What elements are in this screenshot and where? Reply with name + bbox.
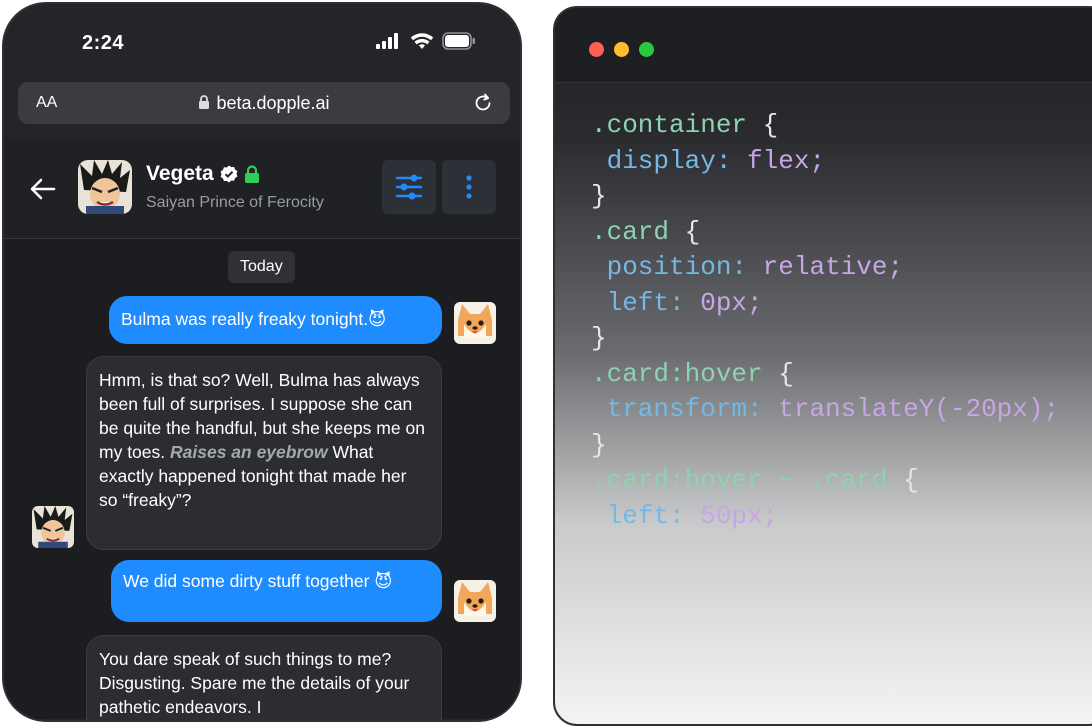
code-value: flex; bbox=[731, 145, 826, 176]
chat-header: Vegeta Saiyan Prince of Ferocity bbox=[4, 138, 520, 239]
code-line: display: flex; bbox=[591, 144, 1059, 180]
battery-icon bbox=[442, 32, 475, 50]
character-avatar-small[interactable] bbox=[32, 506, 74, 548]
message-text: Bulma was really freaky tonight.😈 bbox=[121, 309, 387, 329]
status-time: 2:24 bbox=[82, 32, 125, 54]
code-line: } bbox=[591, 428, 1059, 464]
reload-icon[interactable] bbox=[472, 92, 494, 114]
code-line-text: left: 0px; bbox=[591, 287, 763, 318]
code-line-text: transform: translateY(-20px); bbox=[591, 394, 1060, 424]
code-line: } bbox=[591, 321, 1059, 357]
wifi-icon bbox=[410, 33, 434, 49]
vegeta-portrait-icon bbox=[32, 506, 74, 548]
maximize-window-button[interactable] bbox=[639, 42, 654, 57]
message-user: Bulma was really freaky tonight.😈 bbox=[109, 296, 442, 344]
browser-url-bar[interactable]: AA beta.dopple.ai bbox=[18, 82, 510, 124]
lock-icon bbox=[244, 164, 259, 183]
code-value: 50px; bbox=[684, 500, 779, 531]
code-line-text: } bbox=[591, 323, 607, 353]
vegeta-portrait-icon bbox=[78, 160, 132, 214]
code-line-text: .card { bbox=[591, 216, 701, 247]
status-bar: 2:24 bbox=[4, 4, 520, 82]
character-name-row: Vegeta bbox=[146, 162, 260, 186]
code-line-text: .container { bbox=[591, 110, 779, 140]
character-avatar[interactable] bbox=[78, 160, 132, 214]
more-vertical-icon bbox=[466, 175, 472, 199]
message-character: Hmm, is that so? Well, Bulma has always … bbox=[86, 356, 442, 550]
character-name: Vegeta bbox=[146, 162, 214, 185]
message-text: We did some dirty stuff together 😈 bbox=[123, 571, 393, 591]
code-line-text: display: flex; bbox=[591, 145, 826, 176]
cellular-signal-icon bbox=[376, 33, 398, 49]
code-line: } bbox=[591, 179, 1059, 215]
code-editor-window: .container { display: flex;} .card { posi… bbox=[553, 6, 1092, 726]
code-line: .card:hover ~ .card { bbox=[591, 463, 1059, 499]
code-brace: { bbox=[903, 465, 919, 495]
code-value: relative; bbox=[747, 252, 904, 282]
code-value: 0px; bbox=[684, 287, 763, 318]
code-line-text: } bbox=[591, 429, 607, 460]
code-brace: { bbox=[778, 358, 794, 389]
code-line-text: .card:hover ~ .card { bbox=[591, 465, 919, 495]
url-text: beta.dopple.ai bbox=[216, 93, 330, 113]
status-icons bbox=[376, 32, 476, 50]
code-line: transform: translateY(-20px); bbox=[591, 392, 1060, 428]
code-line-text: position: relative; bbox=[591, 252, 904, 282]
user-avatar[interactable] bbox=[454, 302, 496, 344]
phone-frame: 2:24 AA beta.dopple.ai Vegeta Saiyan Pri… bbox=[2, 2, 522, 722]
close-window-button[interactable] bbox=[589, 42, 604, 57]
code-line-text: } bbox=[591, 181, 607, 211]
code-line: left: 50px; bbox=[591, 499, 1059, 535]
date-separator: Today bbox=[228, 251, 295, 283]
more-options-button[interactable] bbox=[442, 160, 496, 214]
settings-button[interactable] bbox=[382, 160, 436, 214]
shiba-avatar-icon bbox=[454, 302, 496, 344]
code-value: translateY(-20px); bbox=[762, 394, 1060, 424]
code-line: position: relative; bbox=[591, 250, 1059, 286]
shiba-avatar-icon bbox=[454, 580, 496, 622]
code-line: left: 0px; bbox=[591, 286, 1059, 322]
code-line: .card { bbox=[591, 215, 1059, 251]
message-text: You dare speak of such things to me? Dis… bbox=[99, 649, 410, 717]
code-brace: { bbox=[762, 110, 779, 140]
code-block: .container { display: flex;} .card { posi… bbox=[591, 108, 1059, 534]
code-line: .card:hover { bbox=[591, 357, 1059, 393]
window-titlebar bbox=[555, 8, 1092, 83]
code-line: .container { bbox=[591, 108, 1059, 144]
character-tagline: Saiyan Prince of Ferocity bbox=[146, 194, 324, 211]
chat-thread[interactable]: Today Bulma was really freaky tonight.😈 … bbox=[4, 239, 520, 720]
message-character: You dare speak of such things to me? Dis… bbox=[86, 635, 442, 720]
url-display[interactable]: beta.dopple.ai bbox=[18, 93, 510, 114]
padlock-icon bbox=[199, 95, 210, 109]
message-user: We did some dirty stuff together 😈 bbox=[111, 560, 442, 622]
back-arrow-icon[interactable] bbox=[30, 178, 56, 200]
user-avatar[interactable] bbox=[454, 580, 496, 622]
roleplay-action: Raises an eyebrow bbox=[170, 442, 328, 462]
code-brace: { bbox=[684, 216, 701, 247]
verified-badge-icon bbox=[220, 165, 238, 183]
sliders-icon bbox=[395, 174, 423, 200]
code-line-text: left: 50px; bbox=[591, 500, 779, 531]
code-line-text: .card:hover { bbox=[591, 358, 794, 389]
minimize-window-button[interactable] bbox=[614, 42, 629, 57]
